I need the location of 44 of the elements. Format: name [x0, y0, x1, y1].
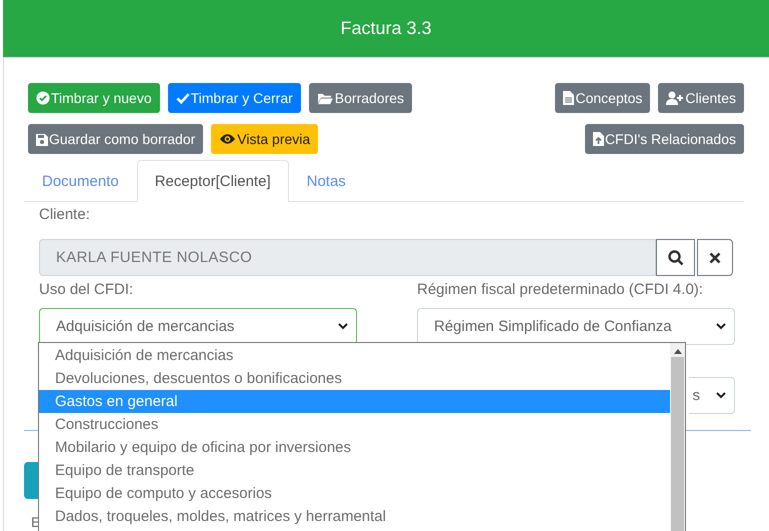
user-plus-icon	[666, 91, 684, 105]
toolbar-button[interactable]: Guardar como borrador	[28, 124, 204, 154]
eye-icon	[219, 133, 236, 145]
dropdown-option[interactable]: Devoluciones, descuentos o bonificaciones	[39, 367, 670, 390]
toolbar-button[interactable]: Vista previa	[211, 124, 318, 154]
folder-icon	[316, 92, 334, 104]
chevron-down-icon	[716, 323, 726, 330]
search-icon	[668, 250, 684, 266]
dropdown-option[interactable]: Equipo de transporte	[39, 459, 670, 482]
toolbar-button[interactable]: CFDI's Relacionados	[584, 124, 744, 154]
file-upload-icon	[592, 132, 604, 146]
close-icon	[709, 252, 721, 264]
select-field[interactable]: s	[689, 377, 735, 414]
dropdown-option[interactable]: Dados, troqueles, moldes, matrices y herramental	[39, 505, 670, 528]
dropdown-option[interactable]: Gastos en general	[39, 390, 670, 413]
select-field[interactable]: Régimen Simplificado de Confianza	[417, 308, 735, 345]
chevron-down-icon	[716, 392, 726, 399]
dropdown-option[interactable]: Adquisición de mercancias	[39, 344, 670, 367]
dropdown-option[interactable]: Equipo de computo y accesorios	[39, 482, 670, 505]
scroll-up-icon	[674, 349, 682, 354]
toolbar-button[interactable]: Timbrar y Cerrar	[168, 83, 301, 113]
search-button[interactable]	[656, 239, 695, 276]
check-icon	[176, 92, 190, 104]
dropdown-menu[interactable]	[38, 342, 686, 531]
page-title: Factura 3.3	[340, 18, 432, 39]
tab[interactable]: Receptor[Cliente]	[136, 160, 289, 202]
check-circle-icon	[36, 91, 50, 105]
select-field[interactable]: Adquisición de mercancias	[39, 308, 357, 345]
toolbar-button[interactable]: Conceptos	[555, 83, 650, 113]
field-label: Uso del CFDI:	[39, 281, 134, 298]
document-icon	[563, 91, 574, 105]
client-field[interactable]: KARLA FUENTE NOLASCO	[39, 239, 656, 276]
dropdown-option[interactable]: Mobilario y equipo de oficina por inversiones	[39, 436, 670, 459]
tab[interactable]: Notas	[288, 160, 364, 202]
dropdown-option[interactable]: Construcciones	[39, 413, 670, 436]
field-label: Cliente:	[39, 206, 91, 225]
chevron-down-icon	[338, 323, 348, 330]
toolbar-button[interactable]: Clientes	[658, 83, 744, 113]
toolbar-button[interactable]: Borradores	[308, 83, 412, 113]
clear-button[interactable]	[697, 239, 733, 276]
toolbar-button[interactable]: Timbrar y nuevo	[28, 83, 160, 113]
field-label: Régimen fiscal predeterminado (CFDI 4.0):	[417, 281, 704, 298]
scrollbar[interactable]	[670, 343, 685, 531]
tab[interactable]: Documento	[24, 160, 137, 202]
